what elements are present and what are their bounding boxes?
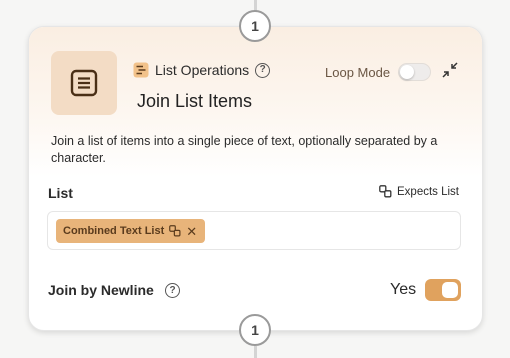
step-number-bottom: 1 [251, 322, 259, 338]
list-value-chip[interactable]: Combined Text List ✕ [56, 219, 206, 243]
node-category: List Operations ? [133, 62, 271, 78]
loop-mode-label: Loop Mode [325, 64, 391, 80]
node-title: Join List Items [137, 91, 253, 111]
step-number-badge-bottom[interactable]: 1 [239, 314, 271, 346]
connector-line-bottom [254, 346, 257, 358]
chip-label: Combined Text List [63, 225, 165, 237]
list-input-label: List [48, 185, 73, 201]
join-by-newline-toggle-knob [442, 282, 458, 298]
document-lines-icon [70, 69, 98, 97]
category-help-icon[interactable]: ? [255, 62, 271, 78]
list-type-icon [169, 225, 181, 237]
join-by-newline-help-icon[interactable]: ? [165, 283, 180, 298]
collapse-icon[interactable] [442, 62, 458, 78]
node-icon-box [51, 51, 117, 115]
node-description: Join a list of items into a single piece… [51, 134, 438, 165]
join-by-newline-label: Join by Newline [48, 282, 154, 298]
step-number-top: 1 [251, 18, 259, 34]
list-operations-icon [133, 62, 149, 78]
expects-list-indicator: Expects List [379, 185, 459, 198]
join-by-newline-value-label: Yes [390, 281, 417, 298]
category-label: List Operations [155, 62, 250, 78]
expects-list-label: Expects List [397, 185, 459, 198]
list-type-icon [379, 185, 392, 198]
step-number-badge-top[interactable]: 1 [239, 10, 271, 42]
loop-mode: Loop Mode [325, 63, 432, 81]
join-by-newline-toggle[interactable] [425, 279, 461, 301]
loop-mode-toggle-knob [400, 65, 415, 79]
loop-mode-toggle[interactable] [398, 63, 432, 81]
list-input-field[interactable]: Combined Text List ✕ [47, 211, 461, 250]
node-card[interactable]: List Operations ? Loop Mode Join List It… [28, 26, 483, 331]
chip-remove-icon[interactable]: ✕ [186, 225, 197, 238]
